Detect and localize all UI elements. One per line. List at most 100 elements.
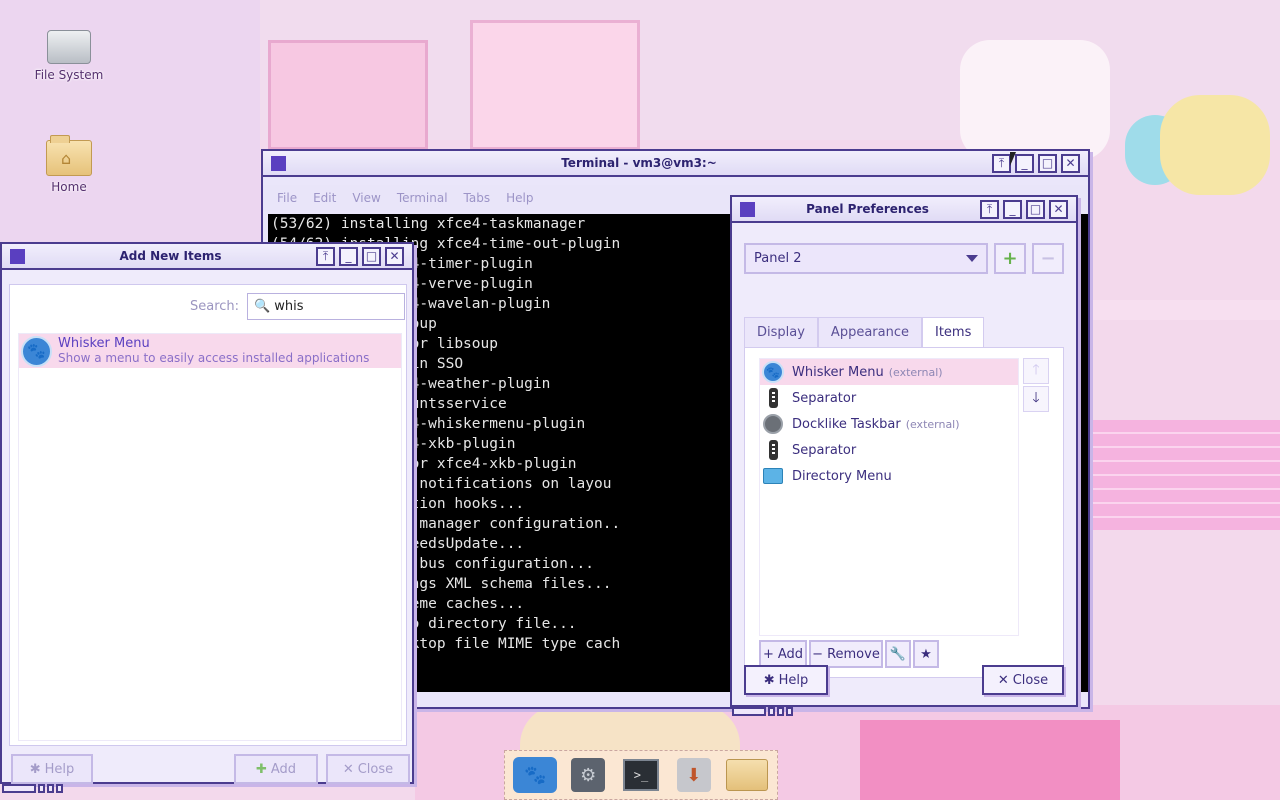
list-item[interactable]: Separator (760, 437, 1018, 463)
list-item[interactable]: 🐾 Whisker Menu Show a menu to easily acc… (19, 334, 401, 368)
folder-icon (725, 759, 768, 791)
maximize-button[interactable]: □ (1038, 153, 1057, 173)
help-button[interactable]: ✱ Help (744, 665, 828, 695)
plus-icon: ✚ (255, 761, 267, 777)
help-label: Help (778, 672, 809, 688)
chevron-down-icon (966, 255, 978, 262)
package-icon: ⬇ (676, 758, 711, 792)
window-menu-icon[interactable] (10, 248, 25, 264)
item-properties-button[interactable]: 🔧 (885, 640, 911, 668)
add-panel-button[interactable]: + (994, 243, 1026, 274)
item-about-button[interactable]: ★ (913, 640, 939, 668)
close-dialog-button[interactable]: ✕ Close (326, 754, 410, 784)
window-menu-icon[interactable] (271, 155, 286, 171)
panel-prefs-titlebar[interactable]: Panel Preferences ⤒ _ □ ✕ (732, 197, 1076, 223)
item-label: Whisker Menu (792, 364, 884, 380)
list-item[interactable]: 🐾 Whisker Menu (external) (760, 359, 1018, 385)
menu-file[interactable]: File (269, 191, 305, 205)
tab-bar: Display Appearance Items (744, 317, 985, 347)
item-description: Show a menu to easily access installed a… (58, 351, 370, 365)
close-dialog-button[interactable]: ✕ Close (982, 665, 1064, 695)
list-item[interactable]: Directory Menu (760, 463, 1018, 489)
desktop-icon-label: File System (34, 68, 104, 82)
dock-item-package-manager[interactable]: ⬇ (671, 755, 717, 795)
tab-items[interactable]: Items (921, 317, 985, 347)
help-icon: ✱ (29, 761, 41, 777)
search-icon: 🔍 (254, 299, 271, 314)
search-input[interactable]: 🔍 whis (247, 293, 406, 320)
whisker-menu-icon: 🐾 (513, 757, 558, 793)
remove-label: Remove (827, 646, 880, 662)
remove-item-button[interactable]: − Remove (809, 640, 883, 668)
panel-select-value: Panel 2 (754, 251, 802, 266)
stick-button[interactable]: ⤒ (316, 246, 335, 266)
tab-display[interactable]: Display (744, 317, 818, 347)
help-icon: ✱ (763, 672, 775, 688)
list-item[interactable]: Docklike Taskbar (external) (760, 411, 1018, 437)
whisker-menu-icon: 🐾 (21, 335, 52, 367)
search-label: Search: (190, 299, 240, 314)
item-label: Directory Menu (792, 468, 892, 484)
window-title: Terminal - vm3@vm3:~ (561, 156, 717, 170)
terminal-titlebar[interactable]: Terminal - vm3@vm3:~ ⤒ _ □ ✕ (263, 151, 1088, 177)
menu-tabs[interactable]: Tabs (456, 191, 499, 205)
maximize-button[interactable]: □ (1026, 199, 1045, 219)
minimize-button[interactable]: _ (1015, 153, 1034, 173)
stick-button[interactable]: ⤒ (992, 153, 1011, 173)
dock-item-terminal[interactable]: >_ (618, 755, 664, 795)
add-label: Add (777, 646, 804, 662)
menu-view[interactable]: View (344, 191, 388, 205)
window-title: Add New Items (119, 249, 222, 263)
menu-terminal[interactable]: Terminal (389, 191, 456, 205)
separator-icon (768, 440, 778, 460)
wrench-icon: 🔧 (889, 646, 907, 662)
close-button[interactable]: ✕ (385, 246, 404, 266)
drive-icon (47, 30, 91, 64)
move-up-button[interactable]: 🡑 (1023, 358, 1049, 384)
terminal-icon: >_ (622, 759, 659, 791)
maximize-button[interactable]: □ (362, 246, 381, 266)
add-items-content: Search: 🔍 whis 🐾 Whisker Menu Show a men… (9, 284, 407, 746)
search-value: whis (274, 299, 304, 314)
add-new-items-dialog: Add New Items ⤒ _ □ ✕ Search: 🔍 whis 🐾 W… (0, 242, 414, 793)
desktop-icon-file-system[interactable]: File System (14, 30, 124, 82)
dock-item-file-manager[interactable] (724, 755, 770, 795)
stick-button[interactable]: ⤒ (980, 199, 999, 219)
add-items-titlebar[interactable]: Add New Items ⤒ _ □ ✕ (2, 244, 412, 270)
items-pane: 🐾 Whisker Menu (external) Separator Dock… (744, 347, 1064, 678)
menu-edit[interactable]: Edit (305, 191, 344, 205)
help-label: Help (44, 761, 75, 777)
desktop-icon-label: Home (51, 180, 87, 194)
help-button[interactable]: ✱ Help (11, 754, 93, 784)
item-label: Separator (792, 390, 857, 406)
dock-item-whisker-menu[interactable]: 🐾 (512, 755, 558, 795)
dock-item-settings[interactable]: ⚙ (565, 755, 611, 795)
list-item[interactable]: Separator (760, 385, 1018, 411)
results-list: 🐾 Whisker Menu Show a menu to easily acc… (18, 333, 402, 741)
home-folder-icon: ⌂ (46, 135, 92, 176)
folder-icon (763, 468, 783, 484)
menu-help[interactable]: Help (498, 191, 541, 205)
add-button[interactable]: ✚ Add (234, 754, 318, 784)
resize-grip[interactable] (732, 707, 793, 719)
item-label: Separator (792, 442, 857, 458)
remove-panel-button[interactable]: − (1032, 243, 1064, 274)
panel-select[interactable]: Panel 2 (744, 243, 988, 274)
settings-icon: ⚙ (571, 758, 606, 792)
window-title: Panel Preferences (806, 202, 929, 216)
minimize-button[interactable]: _ (339, 246, 358, 266)
panel-preferences-dialog: Panel Preferences ⤒ _ □ ✕ Panel 2 + − Di… (730, 195, 1078, 716)
item-suffix: (external) (905, 417, 960, 431)
item-suffix: (external) (888, 365, 943, 379)
close-label: Close (1012, 672, 1049, 688)
move-down-button[interactable]: 🡓 (1023, 386, 1049, 412)
resize-grip[interactable] (2, 784, 63, 796)
docklike-icon (763, 414, 783, 434)
window-menu-icon[interactable] (740, 201, 755, 217)
tab-appearance[interactable]: Appearance (817, 317, 922, 347)
desktop-icon-home[interactable]: ⌂ Home (14, 135, 124, 194)
close-button[interactable]: ✕ (1061, 153, 1080, 173)
minimize-button[interactable]: _ (1003, 199, 1022, 219)
add-item-button[interactable]: + Add (759, 640, 807, 668)
close-button[interactable]: ✕ (1049, 199, 1068, 219)
